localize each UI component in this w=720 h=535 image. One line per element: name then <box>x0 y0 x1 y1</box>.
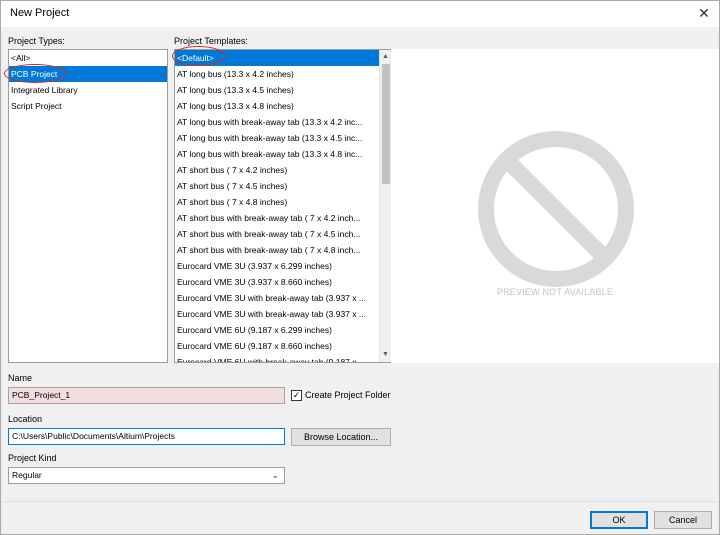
project-type-item[interactable]: Script Project <box>9 98 167 114</box>
preview-unavailable-text: PREVIEW NOT AVAILABLE <box>496 287 614 297</box>
browse-location-button[interactable]: Browse Location... <box>291 428 391 446</box>
template-item[interactable]: Eurocard VME 6U (9.187 x 8.660 inches) <box>175 338 380 354</box>
template-item[interactable]: AT short bus with break-away tab ( 7 x 4… <box>175 226 380 242</box>
window-title: New Project <box>10 7 70 19</box>
project-types-list[interactable]: <All> PCB Project Integrated Library Script… <box>8 49 168 363</box>
template-item[interactable]: AT short bus ( 7 x 4.8 inches) <box>175 194 380 210</box>
project-kind-select[interactable]: Regular ⌄ <box>8 467 285 484</box>
templates-scrollbar[interactable]: ▲ ▼ <box>379 50 391 362</box>
template-item[interactable]: AT long bus (13.3 x 4.2 inches) <box>175 66 380 82</box>
create-project-folder-label: Create Project Folder <box>305 390 391 400</box>
template-item[interactable]: AT long bus (13.3 x 4.8 inches) <box>175 98 380 114</box>
ok-button[interactable]: OK <box>590 511 648 529</box>
scroll-thumb[interactable] <box>382 64 390 184</box>
project-kind-value: Regular <box>12 470 42 480</box>
scroll-up-icon[interactable]: ▲ <box>380 51 391 63</box>
no-preview-icon <box>478 131 634 287</box>
template-item[interactable]: Eurocard VME 3U with break-away tab (3.9… <box>175 290 380 306</box>
template-item[interactable]: Eurocard VME 3U (3.937 x 6.299 inches) <box>175 258 380 274</box>
template-item[interactable]: AT short bus with break-away tab ( 7 x 4… <box>175 210 380 226</box>
template-item[interactable]: AT short bus with break-away tab ( 7 x 4… <box>175 242 380 258</box>
project-templates-list[interactable]: <Default> AT long bus (13.3 x 4.2 inches)… <box>174 49 392 363</box>
template-preview: PREVIEW NOT AVAILABLE <box>391 49 719 363</box>
project-type-item[interactable]: Integrated Library <box>9 82 167 98</box>
template-item[interactable]: Eurocard VME 3U with break-away tab (3.9… <box>175 306 380 322</box>
template-item[interactable]: AT long bus with break-away tab (13.3 x … <box>175 114 380 130</box>
template-item[interactable]: AT long bus with break-away tab (13.3 x … <box>175 146 380 162</box>
name-label: Name <box>8 373 33 383</box>
checkbox-box[interactable]: ✓ <box>291 390 302 401</box>
title-bar: New Project ✕ <box>1 1 719 27</box>
project-kind-label: Project Kind <box>8 453 57 463</box>
chevron-down-icon: ⌄ <box>271 470 279 480</box>
new-project-dialog: New Project ✕ Project Types: <All> PCB Pr… <box>0 0 720 535</box>
dialog-footer: OK Cancel <box>1 501 719 534</box>
template-item[interactable]: Eurocard VME 6U (9.187 x 6.299 inches) <box>175 322 380 338</box>
template-item[interactable]: Eurocard VME 6U with break-away tab (9.1… <box>175 354 380 362</box>
cancel-button[interactable]: Cancel <box>654 511 712 529</box>
template-item[interactable]: AT long bus with break-away tab (13.3 x … <box>175 130 380 146</box>
scroll-down-icon[interactable]: ▼ <box>380 349 391 361</box>
close-icon[interactable]: ✕ <box>693 3 715 23</box>
template-item[interactable]: AT short bus ( 7 x 4.5 inches) <box>175 178 380 194</box>
location-field[interactable]: C:\Users\Public\Documents\Altium\Project… <box>8 428 285 445</box>
template-item[interactable]: AT short bus ( 7 x 4.2 inches) <box>175 162 380 178</box>
location-label: Location <box>8 414 43 424</box>
annotation-ellipse-pcb-project <box>4 64 66 83</box>
project-types-label: Project Types: <box>8 36 65 46</box>
template-item[interactable]: Eurocard VME 3U (3.937 x 8.660 inches) <box>175 274 380 290</box>
template-item[interactable]: AT long bus (13.3 x 4.5 inches) <box>175 82 380 98</box>
project-name-field[interactable]: PCB_Project_1 <box>8 387 285 404</box>
annotation-ellipse-default <box>172 46 225 66</box>
project-templates-label: Project Templates: <box>174 36 248 46</box>
